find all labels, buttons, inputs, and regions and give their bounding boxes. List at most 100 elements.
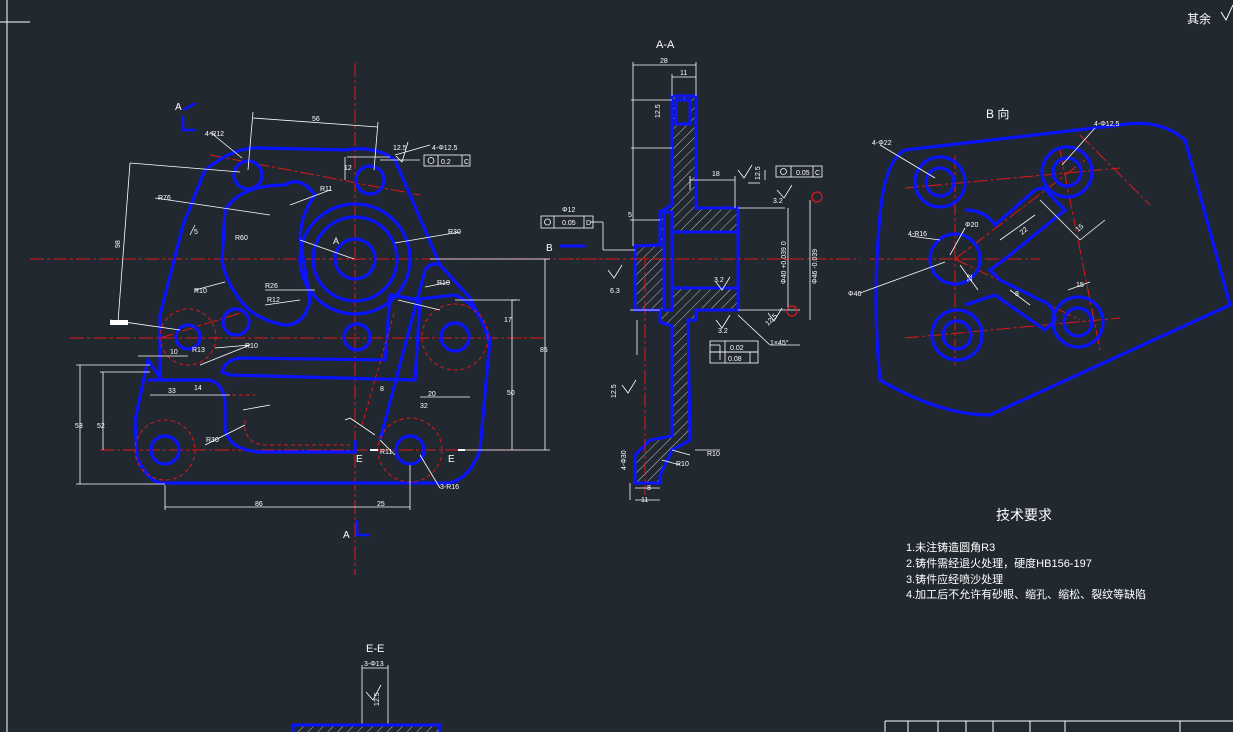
aa-dim-5: 5 — [628, 212, 632, 219]
cut-arrow-top-icon — [181, 101, 197, 132]
aa-ra-3-2: 3.2 — [773, 198, 783, 205]
dim-r10-c: R10 — [245, 343, 258, 350]
aa-pos-0-05: 0.05 — [562, 220, 576, 227]
tech-item-3: 3.铸件应经喷沙处理 — [906, 572, 1003, 586]
view-b: B 向 4-Φ22 4-Φ12.5 Φ20 4-R16 Φ46 22 12 15… — [848, 106, 1232, 417]
ee-section-body — [291, 723, 442, 732]
tech-item-1: 1.未注铸造圆角R3 — [906, 540, 995, 554]
dim-10: 10 — [170, 349, 178, 356]
b-dim-15: 15 — [1075, 223, 1086, 233]
dim-12: 12 — [344, 165, 352, 172]
dim-8: 8 — [380, 386, 384, 393]
dim-14: 14 — [194, 385, 202, 392]
dim-r12: R12 — [267, 297, 280, 304]
aa-dim-12-5-b: 12.5 — [611, 384, 618, 398]
dim-r60: R60 — [235, 235, 248, 242]
section-ee-title: E-E — [366, 643, 384, 655]
dim-r11-b: R11 — [380, 449, 392, 456]
dim-53: 53 — [75, 423, 83, 430]
aa-chamfer: 1×45° — [770, 339, 789, 347]
b-4-phi22: 4-Φ22 — [872, 140, 892, 147]
section-aa-view: A-A B 28 11 12.5 18 12.5 0.05 C 3.2 Φ12 … — [540, 39, 860, 504]
b-direction-label: B — [546, 243, 553, 254]
aa-fit-phi46: Φ46 -0.039 — [812, 249, 819, 284]
tech-title: 技术要求 — [996, 507, 1052, 523]
b-4-phi12-5: 4-Φ12.5 — [1094, 121, 1120, 128]
dim-4-phi12-5: 4-Φ12.5 — [432, 145, 458, 152]
dim-98: 98 — [115, 240, 122, 248]
dim-ra-12-5: 12.5 — [393, 145, 407, 152]
aa-r10: R10 — [707, 451, 720, 458]
dim-33: 33 — [168, 388, 176, 395]
dim-r10-a: R10 — [194, 288, 207, 295]
dim-50: 50 — [507, 390, 515, 397]
dim-86: 86 — [255, 501, 263, 508]
tech-item-2: 2.铸件需经退火处理，硬度HB156-197 — [906, 556, 1092, 570]
dim-r76: R76 — [158, 195, 171, 202]
aa-datum-c: C — [815, 170, 820, 177]
dim-4-r12: 4-R12 — [205, 131, 224, 138]
aa-4-phi30: 4-Φ30 — [621, 450, 628, 470]
aa-ra-3-2-b: 3.2 — [718, 328, 728, 335]
cut-label-e-right: E — [448, 454, 455, 465]
section-ee-view: E-E 3-Φ13 12.5 — [291, 643, 442, 732]
dim-32: 32 — [420, 403, 428, 410]
aa-r10-b: R10 — [676, 461, 689, 468]
tech-item-4: 4.加工后不允许有砂眼、缩孔、缩松、裂纹等缺陷 — [906, 587, 1146, 601]
aa-flatness-0-05: 0.05 — [796, 170, 810, 177]
aa-dim-11-b: 11 — [641, 497, 648, 504]
b-phi20: Φ20 — [965, 222, 978, 229]
tol-value-0-2: 0.2 — [441, 159, 451, 166]
corner-roughness-note: 其余 — [1187, 11, 1211, 26]
aa-ra-12-5-b: 12.5 — [764, 313, 779, 328]
ee-ra-12-5: 12.5 — [374, 692, 381, 706]
cut-label-a-bottom: A — [343, 530, 350, 541]
cut-arrow-bottom-icon — [355, 520, 370, 537]
section-aa-title: A-A — [656, 39, 675, 51]
b-4-r16: 4-R16 — [908, 231, 927, 238]
dim-5: 5 — [194, 229, 198, 236]
dim-r13: R13 — [192, 347, 205, 354]
aa-ra-12-5: 12.5 — [755, 166, 762, 180]
dim-3-r16: 3-R16 — [440, 484, 459, 491]
hub-center-label: A — [333, 236, 339, 246]
aa-ra-3-2-a: 3.2 — [714, 277, 724, 284]
view-b-title: B 向 — [986, 106, 1009, 121]
aa-flatness-0-02: 0.02 — [730, 345, 744, 352]
b-dim-12: 12 — [967, 274, 974, 282]
b-dim-22: 22 — [1019, 226, 1030, 236]
dim-85: 85 — [540, 347, 548, 354]
aa-dim-18: 18 — [712, 171, 720, 178]
aa-phi12: Φ12 — [562, 207, 575, 214]
dim-r10-b: R10 — [437, 280, 450, 287]
tol-datum-c: C — [464, 159, 469, 166]
view-b-outline — [874, 121, 1232, 417]
section-arrow-marker — [110, 320, 128, 325]
aa-dim-12-5: 12.5 — [655, 104, 662, 118]
view-b-dim-text: 4-Φ22 4-Φ12.5 Φ20 4-R16 Φ46 22 12 15 15 … — [848, 121, 1120, 298]
dim-r11: R11 — [320, 186, 332, 193]
cut-label-a-top: A — [175, 102, 182, 113]
cad-drawing-canvas[interactable]: 其余 A A E E A 56 4-R12 R76 98 5 R60 R11 R… — [0, 0, 1233, 732]
cut-label-e-left: E — [356, 454, 363, 465]
dim-52: 52 — [97, 423, 105, 430]
ee-3-phi13: 3-Φ13 — [364, 661, 384, 668]
roughness-symbol-icon — [1220, 4, 1233, 22]
aa-fit-phi40: Φ40 +0.039 0 — [781, 241, 788, 284]
aa-dim-8: 8 — [647, 485, 651, 492]
dim-20: 20 — [428, 391, 436, 398]
dim-r26: R26 — [265, 283, 278, 290]
dim-r30-b: R30 — [206, 437, 219, 444]
dim-17: 17 — [504, 317, 512, 324]
main-view: A A E E A 56 4-R12 R76 98 5 R60 R11 R26 … — [30, 63, 620, 575]
dim-56: 56 — [312, 116, 320, 123]
aa-dim-28: 28 — [660, 58, 668, 65]
b-dim-8: 8 — [1015, 291, 1019, 298]
technical-requirements: 技术要求 1.未注铸造圆角R3 2.铸件需经退火处理，硬度HB156-197 3… — [906, 507, 1146, 601]
b-phi46: Φ46 — [848, 291, 861, 298]
dim-r30: R30 — [448, 229, 461, 236]
dim-25: 25 — [377, 501, 385, 508]
aa-datum-d: D — [586, 220, 591, 227]
b-dim-15-b: 15 — [1076, 282, 1084, 289]
aa-ra-6-3: 6.3 — [610, 288, 620, 295]
